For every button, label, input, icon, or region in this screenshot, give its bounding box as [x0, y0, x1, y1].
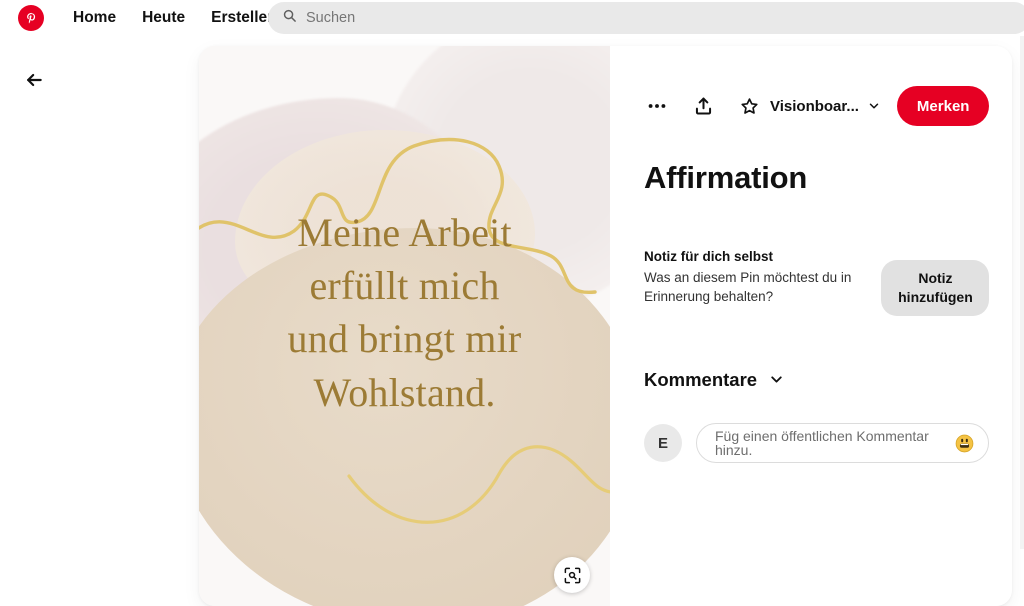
note-texts: Notiz für dich selbst Was an diesem Pin … — [644, 248, 881, 307]
comments-section-toggle[interactable]: Kommentare — [644, 368, 785, 390]
save-pin-button[interactable]: Merken — [896, 86, 990, 126]
search-placeholder: Suchen — [306, 9, 356, 26]
comment-input[interactable]: Füg einen öffentlichen Kommentar hinzu. — [696, 423, 990, 464]
favorite-button[interactable] — [732, 89, 766, 123]
pin-title: Affirmation — [644, 160, 808, 195]
back-button[interactable] — [20, 66, 48, 94]
pin-text-line: erfüllt mich — [309, 263, 500, 309]
visual-search-lens-icon[interactable] — [554, 557, 590, 593]
pin-action-bar: Visionboar... Merken — [644, 85, 990, 127]
note-description: Was an diesem Pin möchtest du in Erinner… — [644, 270, 852, 304]
scrollbar[interactable] — [1020, 36, 1024, 549]
pin-text-line: Wohlstand. — [313, 369, 496, 415]
search-input[interactable]: Suchen — [268, 2, 1024, 34]
search-icon — [282, 8, 297, 28]
nav-item-home[interactable]: Home — [63, 4, 126, 32]
pinterest-logo-icon[interactable] — [18, 5, 44, 31]
share-button[interactable] — [686, 89, 720, 123]
comment-compose-row: E Füg einen öffentlichen Kommentar hinzu… — [644, 423, 990, 464]
pin-closeup-card: Meine Arbeit erfüllt mich und bringt mir… — [199, 46, 1012, 606]
star-outline-icon — [740, 97, 758, 114]
pin-text-line: Meine Arbeit — [297, 210, 512, 255]
nav-item-heute[interactable]: Heute — [132, 4, 195, 32]
chevron-down-icon — [768, 371, 785, 388]
arrow-left-icon — [27, 73, 42, 87]
pin-details-panel: Visionboar... Merken Affirmation Notiz f… — [610, 46, 1012, 606]
comments-label: Kommentare — [644, 368, 758, 390]
comment-input-placeholder: Füg einen öffentlichen Kommentar hinzu. — [715, 428, 929, 459]
note-heading: Notiz für dich selbst — [644, 248, 774, 264]
board-selector-label: Visionboar... — [770, 98, 859, 114]
note-section: Notiz für dich selbst Was an diesem Pin … — [644, 248, 990, 316]
pin-image-text: Meine Arbeit erfüllt mich und bringt mir… — [199, 206, 610, 419]
pin-image-artwork: Meine Arbeit erfüllt mich und bringt mir… — [199, 46, 610, 606]
more-options-button[interactable] — [640, 89, 674, 123]
top-navigation-bar: Home Heute Erstellen Suchen — [0, 0, 1024, 36]
share-upload-icon — [695, 97, 711, 115]
ellipsis-icon — [648, 104, 666, 108]
add-note-button[interactable]: Notiz hinzufügen — [881, 259, 990, 316]
board-selector-dropdown[interactable]: Visionboar... — [766, 93, 885, 120]
pin-image[interactable]: Meine Arbeit erfüllt mich und bringt mir… — [199, 46, 610, 606]
avatar[interactable]: E — [644, 424, 682, 463]
pin-text-line: und bringt mir — [287, 316, 522, 362]
smiley-face-icon[interactable] — [952, 431, 976, 455]
nav-item-erstellen-label: Erstellen — [211, 9, 277, 27]
chevron-down-icon — [867, 99, 881, 113]
